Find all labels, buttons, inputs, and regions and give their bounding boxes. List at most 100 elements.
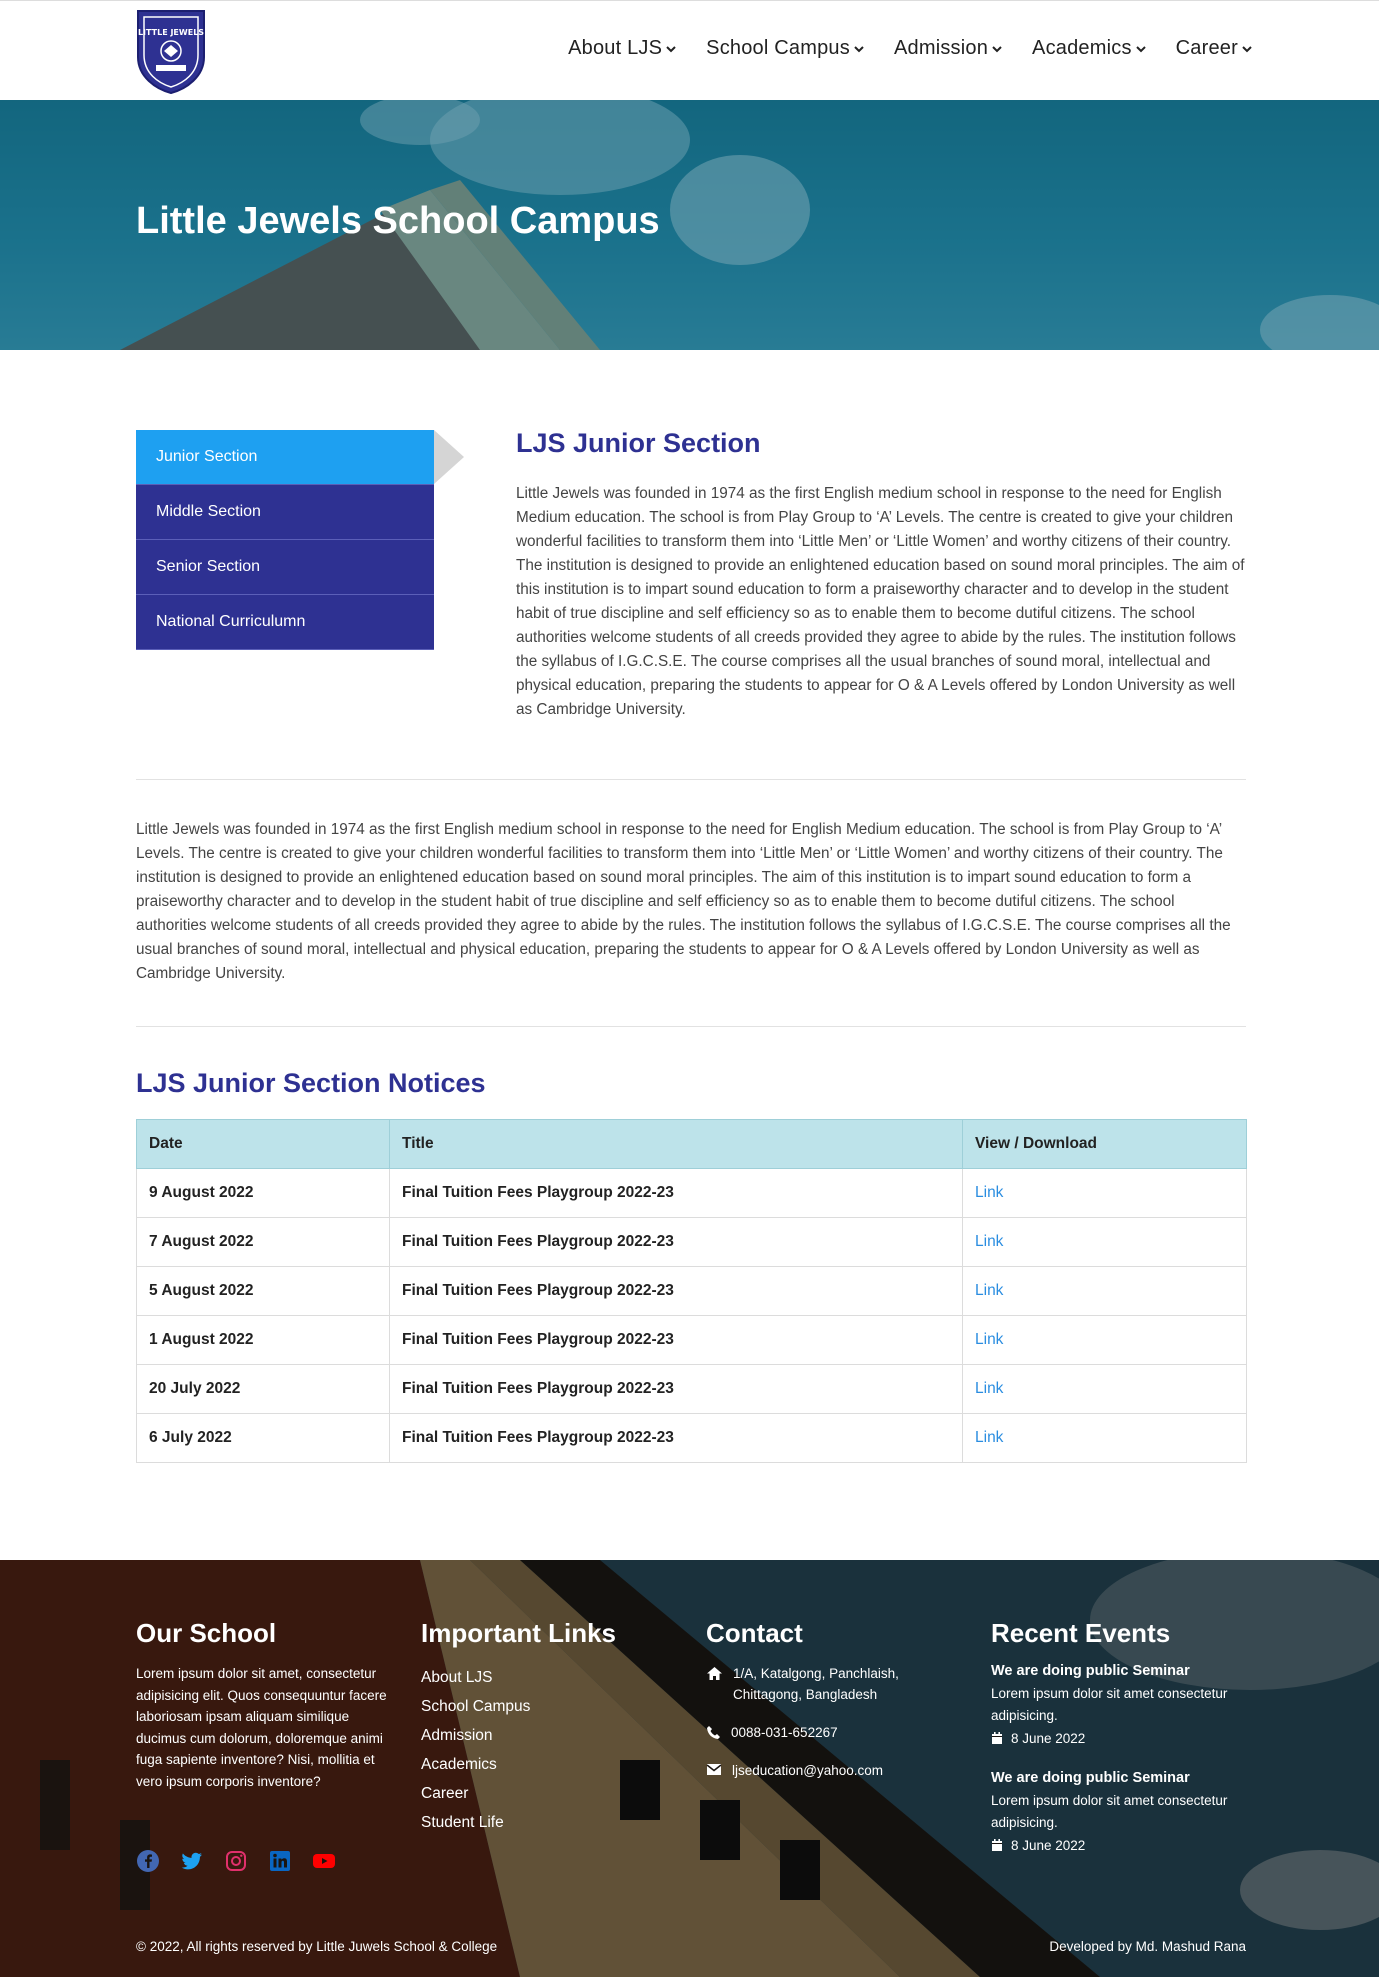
header-view-download: View / Download xyxy=(962,1119,1247,1169)
chevron-down-icon xyxy=(992,45,1002,52)
youtube-icon[interactable] xyxy=(312,1849,336,1873)
calendar-icon xyxy=(992,1839,1002,1851)
nav-career-label: Career xyxy=(1175,37,1238,59)
notice-title: Final Tuition Fees Playgroup 2022-23 xyxy=(389,1315,963,1365)
notice-link[interactable]: Link xyxy=(962,1413,1247,1463)
notice-title: Final Tuition Fees Playgroup 2022-23 xyxy=(389,1266,963,1316)
contact-phone: 0088-031-652267 xyxy=(706,1722,946,1743)
facebook-icon[interactable] xyxy=(136,1849,160,1873)
table-row: 7 August 2022 Final Tuition Fees Playgro… xyxy=(136,1217,1247,1267)
page-title: Little Jewels School Campus xyxy=(136,200,660,242)
chevron-down-icon xyxy=(666,45,676,52)
mail-icon xyxy=(706,1764,722,1775)
footer-link-career[interactable]: Career xyxy=(421,1779,651,1808)
contact-address: 1/A, Katalgong, Panchlaish, Chittagong, … xyxy=(706,1663,946,1705)
notice-link[interactable]: Link xyxy=(962,1266,1247,1316)
nav-about[interactable]: About LJS xyxy=(568,37,676,60)
footer-link-academics[interactable]: Academics xyxy=(421,1750,651,1779)
footer-link-admission[interactable]: Admission xyxy=(421,1721,651,1750)
footer-recent-events: Recent Events We are doing public Semina… xyxy=(991,1618,1231,1869)
copyright-text: © 2022, All rights reserved by Little Ju… xyxy=(136,1939,498,1954)
notice-link[interactable]: Link xyxy=(962,1217,1247,1267)
event-date: 8 June 2022 xyxy=(1011,1731,1086,1746)
table-row: 20 July 2022 Final Tuition Fees Playgrou… xyxy=(136,1364,1247,1414)
nav-admission-label: Admission xyxy=(893,37,989,59)
event-item[interactable]: We are doing public Seminar Lorem ipsum … xyxy=(991,1663,1231,1746)
divider xyxy=(136,779,1246,780)
notice-title: Final Tuition Fees Playgroup 2022-23 xyxy=(389,1168,963,1218)
footer-contact-title: Contact xyxy=(706,1618,803,1648)
footer-contact: Contact 1/A, Katalgong, Panchlaish, Chit… xyxy=(706,1618,946,1798)
calendar-icon xyxy=(992,1732,1002,1744)
notice-link[interactable]: Link xyxy=(962,1364,1247,1414)
footer-our-school-title: Our School xyxy=(136,1618,277,1648)
notice-link[interactable]: Link xyxy=(962,1315,1247,1365)
contact-email: ljseducation@yahoo.com xyxy=(706,1760,946,1781)
footer-links-title: Important Links xyxy=(421,1618,617,1648)
nav-admission[interactable]: Admission xyxy=(894,37,1002,60)
footer-our-school-text: Lorem ipsum dolor sit amet, consectetur … xyxy=(136,1666,387,1789)
school-logo[interactable]: LITTLE JEWELS xyxy=(134,7,208,95)
notice-date: 1 August 2022 xyxy=(136,1315,390,1365)
table-header-row: Date Title View / Download xyxy=(136,1119,1247,1169)
twitter-icon[interactable] xyxy=(180,1849,204,1873)
nav-academics[interactable]: Academics xyxy=(1032,37,1146,60)
instagram-icon[interactable] xyxy=(224,1849,248,1873)
table-row: 1 August 2022 Final Tuition Fees Playgro… xyxy=(136,1315,1247,1365)
tab-national-curriculumn[interactable]: National Curriculumn xyxy=(136,595,434,650)
table-row: 9 August 2022 Final Tuition Fees Playgro… xyxy=(136,1168,1247,1218)
nav-school-campus[interactable]: School Campus xyxy=(706,37,864,60)
notice-date: 6 July 2022 xyxy=(136,1413,390,1463)
event-date-row: 8 June 2022 xyxy=(991,1838,1231,1853)
footer-link-student-life[interactable]: Student Life xyxy=(421,1808,651,1837)
tab-senior-section[interactable]: Senior Section xyxy=(136,540,434,595)
developer-credit: Developed by Md. Mashud Rana xyxy=(1049,1939,1246,1954)
navbar: LITTLE JEWELS About LJS School Campus Ad… xyxy=(0,0,1379,100)
address-line-2: Chittagong, Bangladesh xyxy=(733,1687,878,1702)
section-description: Little Jewels was founded in 1974 as the… xyxy=(516,485,1245,718)
header-title: Title xyxy=(389,1119,963,1169)
notice-date: 20 July 2022 xyxy=(136,1364,390,1414)
hero-banner: Little Jewels School Campus xyxy=(0,100,1379,350)
footer-events-title: Recent Events xyxy=(991,1618,1171,1648)
address-line-1: 1/A, Katalgong, Panchlaish, xyxy=(733,1666,899,1681)
event-title[interactable]: We are doing public Seminar xyxy=(991,1663,1231,1679)
notice-title: Final Tuition Fees Playgroup 2022-23 xyxy=(389,1364,963,1414)
tab-middle-section[interactable]: Middle Section xyxy=(136,485,434,540)
event-date-row: 8 June 2022 xyxy=(991,1731,1231,1746)
notices-table: Date Title View / Download 9 August 2022… xyxy=(136,1119,1247,1463)
section-full-description: Little Jewels was founded in 1974 as the… xyxy=(136,821,1231,982)
footer-our-school: Our School Lorem ipsum dolor sit amet, c… xyxy=(136,1618,401,1792)
footer-link-about[interactable]: About LJS xyxy=(421,1663,651,1692)
home-icon xyxy=(707,1667,722,1680)
phone-icon xyxy=(707,1726,720,1739)
phone-number: 0088-031-652267 xyxy=(731,1725,838,1740)
active-tab-pointer xyxy=(434,430,464,484)
section-title: LJS Junior Section xyxy=(516,428,761,458)
footer-important-links: Important Links About LJS School Campus … xyxy=(421,1618,651,1837)
table-row: 5 August 2022 Final Tuition Fees Playgro… xyxy=(136,1266,1247,1316)
chevron-down-icon xyxy=(1242,45,1252,52)
tab-junior-section[interactable]: Junior Section xyxy=(136,430,434,485)
linkedin-icon[interactable] xyxy=(268,1849,292,1873)
notice-link[interactable]: Link xyxy=(962,1168,1247,1218)
social-links xyxy=(136,1849,336,1873)
section-tabs: Junior Section Middle Section Senior Sec… xyxy=(136,430,434,650)
nav-career[interactable]: Career xyxy=(1176,37,1252,60)
notice-title: Final Tuition Fees Playgroup 2022-23 xyxy=(389,1217,963,1267)
nav-about-label: About LJS xyxy=(568,37,663,59)
chevron-down-icon xyxy=(854,45,864,52)
event-text: Lorem ipsum dolor sit amet consectetur a… xyxy=(991,1793,1228,1830)
event-date: 8 June 2022 xyxy=(1011,1838,1086,1853)
footer-link-school-campus[interactable]: School Campus xyxy=(421,1692,651,1721)
main-nav: About LJS School Campus Admission Academ… xyxy=(568,37,1252,60)
divider xyxy=(136,1026,1246,1027)
event-text: Lorem ipsum dolor sit amet consectetur a… xyxy=(991,1686,1228,1723)
event-title[interactable]: We are doing public Seminar xyxy=(991,1770,1231,1786)
notice-title: Final Tuition Fees Playgroup 2022-23 xyxy=(389,1413,963,1463)
notice-date: 9 August 2022 xyxy=(136,1168,390,1218)
email-address[interactable]: ljseducation@yahoo.com xyxy=(732,1760,883,1781)
logo-text: LITTLE JEWELS xyxy=(138,28,204,37)
event-item[interactable]: We are doing public Seminar Lorem ipsum … xyxy=(991,1770,1231,1853)
nav-school-campus-label: School Campus xyxy=(706,37,850,59)
